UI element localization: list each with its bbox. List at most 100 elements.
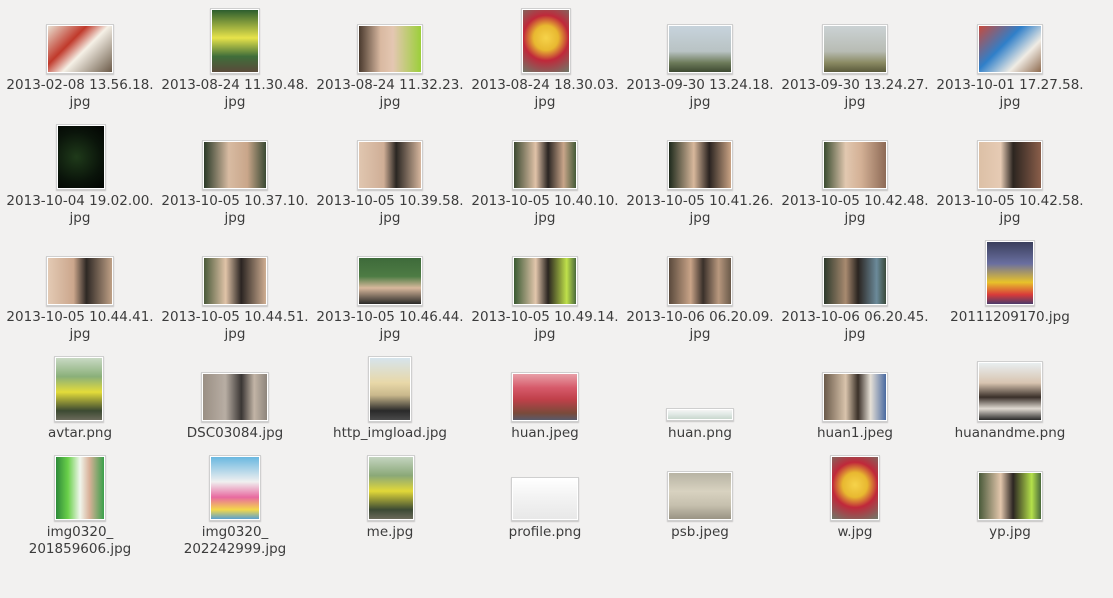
file-name[interactable]: huan1.jpeg	[780, 425, 930, 442]
file-name[interactable]: 2013-10-05 10.41.26. jpg	[625, 193, 775, 227]
file-name[interactable]: 20111209170.jpg	[935, 309, 1085, 326]
file-name[interactable]: 2013-10-04 19.02.00. jpg	[5, 193, 155, 227]
thumbnail-image	[513, 374, 577, 420]
file-thumbnail[interactable]	[202, 256, 268, 306]
file-name[interactable]: huan.jpeg	[470, 425, 620, 442]
file-thumbnail[interactable]	[512, 256, 578, 306]
file-name[interactable]: 2013-09-30 13.24.18. jpg	[625, 77, 775, 111]
file-name-line-1: yp.jpg	[989, 524, 1031, 540]
file-thumbnail[interactable]	[985, 240, 1035, 306]
thumbnail-image	[204, 258, 266, 304]
file-name[interactable]: 2013-09-30 13.24.27. jpg	[780, 77, 930, 111]
thumbnail-image	[987, 242, 1033, 304]
thumbnail-image	[513, 479, 577, 519]
file-thumbnail[interactable]	[54, 356, 104, 422]
file-thumbnail[interactable]	[210, 8, 260, 74]
thumbnail-image	[204, 142, 266, 188]
file-name[interactable]: DSC03084.jpg	[160, 425, 310, 442]
file-name[interactable]: 2013-10-06 06.20.09. jpg	[625, 309, 775, 343]
file-thumbnail[interactable]	[511, 477, 579, 521]
file-name-line-2: jpg	[379, 94, 401, 110]
thumbnail-image	[979, 142, 1041, 188]
file-name-line-1: 2013-10-06 06.20.09.	[626, 309, 774, 325]
file-name[interactable]: 2013-10-05 10.40.10. jpg	[470, 193, 620, 227]
file-name[interactable]: 2013-10-05 10.49.14. jpg	[470, 309, 620, 343]
file-name-line-2: 201859606.jpg	[28, 541, 132, 557]
file-name[interactable]: huanandme.png	[935, 425, 1085, 442]
file-name[interactable]: 2013-10-05 10.46.44. jpg	[315, 309, 465, 343]
file-name-line-2: jpg	[689, 326, 711, 342]
file-name[interactable]: huan.png	[625, 425, 775, 442]
file-name[interactable]: 2013-02-08 13.56.18. jpg	[5, 77, 155, 111]
file-name[interactable]: 2013-08-24 18.30.03. jpg	[470, 77, 620, 111]
file-name[interactable]: 2013-08-24 11.30.48. jpg	[160, 77, 310, 111]
file-thumbnail[interactable]	[368, 356, 412, 422]
file-name[interactable]: 2013-08-24 11.32.23. jpg	[315, 77, 465, 111]
thumbnail-image	[359, 142, 421, 188]
file-thumbnail[interactable]	[46, 24, 114, 74]
file-name[interactable]: profile.png	[470, 524, 620, 541]
file-thumbnail[interactable]	[209, 455, 261, 521]
file-name[interactable]: me.jpg	[315, 524, 465, 541]
file-thumbnail[interactable]	[977, 361, 1043, 422]
file-thumbnail[interactable]	[202, 140, 268, 190]
file-thumbnail[interactable]	[667, 140, 733, 190]
file-name-line-1: 2013-08-24 11.32.23.	[316, 77, 464, 93]
file-thumbnail[interactable]	[822, 256, 888, 306]
file-name[interactable]: img0320_ 201859606.jpg	[5, 524, 155, 558]
thumbnail-image	[359, 258, 421, 304]
file-name[interactable]: 2013-10-05 10.44.41. jpg	[5, 309, 155, 343]
file-thumbnail[interactable]	[977, 24, 1043, 74]
file-name[interactable]: psb.jpeg	[625, 524, 775, 541]
file-name[interactable]: 2013-10-05 10.39.58. jpg	[315, 193, 465, 227]
file-thumbnail[interactable]	[56, 124, 106, 190]
file-thumbnail[interactable]	[201, 372, 269, 422]
file-thumbnail[interactable]	[46, 256, 114, 306]
thumbnail-image	[824, 374, 886, 420]
file-thumbnail[interactable]	[54, 455, 106, 521]
file-name[interactable]: 2013-10-05 10.44.51. jpg	[160, 309, 310, 343]
file-name-line-2: jpg	[689, 210, 711, 226]
file-name-line-1: 2013-10-05 10.44.51.	[161, 309, 309, 325]
file-name-line-2: jpg	[844, 326, 866, 342]
file-thumbnail[interactable]	[357, 24, 423, 74]
file-thumbnail[interactable]	[666, 408, 734, 421]
file-thumbnail[interactable]	[667, 471, 733, 521]
file-thumbnail[interactable]	[822, 24, 888, 74]
file-thumbnail[interactable]	[357, 256, 423, 306]
file-name-line-2: jpg	[224, 326, 246, 342]
file-name-line-2: jpg	[534, 94, 556, 110]
file-name[interactable]: w.jpg	[780, 524, 930, 541]
file-name[interactable]: avtar.png	[5, 425, 155, 442]
file-thumbnail[interactable]	[822, 140, 888, 190]
file-name[interactable]: 2013-10-06 06.20.45. jpg	[780, 309, 930, 343]
file-name-line-2: jpg	[69, 210, 91, 226]
file-name[interactable]: yp.jpg	[935, 524, 1085, 541]
file-name-line-1: 2013-09-30 13.24.27.	[781, 77, 929, 93]
file-thumbnail[interactable]	[977, 471, 1043, 521]
file-name[interactable]: 2013-10-05 10.37.10. jpg	[160, 193, 310, 227]
file-name[interactable]: 2013-10-05 10.42.48. jpg	[780, 193, 930, 227]
file-name[interactable]: http_imgload.jpg	[315, 425, 465, 442]
thumbnail-image	[48, 258, 112, 304]
thumbnail-image	[523, 10, 569, 72]
file-thumbnail[interactable]	[977, 140, 1043, 190]
file-thumbnail[interactable]	[667, 256, 733, 306]
file-name-line-1: 2013-09-30 13.24.18.	[626, 77, 774, 93]
file-name[interactable]: img0320_ 202242999.jpg	[160, 524, 310, 558]
thumbnail-image	[369, 457, 413, 519]
file-name[interactable]: 2013-10-01 17.27.58. jpg	[935, 77, 1085, 111]
file-thumbnail[interactable]	[367, 455, 415, 521]
file-thumbnail[interactable]	[357, 140, 423, 190]
file-thumbnail[interactable]	[521, 8, 571, 74]
file-thumbnail[interactable]	[511, 372, 579, 422]
file-name-line-1: huanandme.png	[954, 425, 1066, 441]
thumbnail-image	[979, 363, 1041, 420]
file-name-line-1: 2013-10-04 19.02.00.	[6, 193, 154, 209]
file-thumbnail[interactable]	[830, 455, 880, 521]
file-thumbnail[interactable]	[512, 140, 578, 190]
file-name[interactable]: 2013-10-05 10.42.58. jpg	[935, 193, 1085, 227]
file-thumbnail[interactable]	[667, 24, 733, 74]
file-name-line-1: profile.png	[508, 524, 582, 540]
file-thumbnail[interactable]	[822, 372, 888, 422]
